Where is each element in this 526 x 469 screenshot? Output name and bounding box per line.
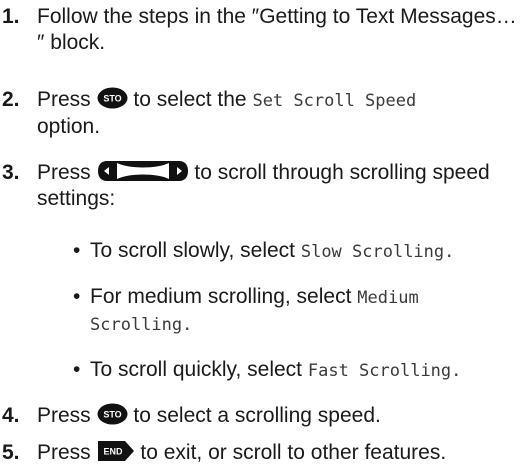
step-text-pre: Press <box>37 404 91 427</box>
step-number: 4. <box>2 404 20 427</box>
sto-key-icon: STO <box>97 403 128 425</box>
bullet-text-main: To scroll slowly, select <box>90 239 295 262</box>
bullet-dot: • <box>73 358 81 381</box>
step-text: Press STO to select a scrolling speed. <box>37 403 523 429</box>
step-text-mid: to select the <box>133 88 247 111</box>
step-text-pre: Press <box>37 441 91 464</box>
bullet-text-main: To scroll quickly, select <box>90 358 303 381</box>
step-number: 5. <box>2 441 20 464</box>
step-text-post: option. <box>37 115 101 138</box>
bullet-text: To scroll slowly, select Slow Scrolling. <box>90 238 526 265</box>
end-key-icon: END <box>97 440 135 462</box>
step-number: 3. <box>2 161 20 184</box>
bullet-text: For medium scrolling, select Medium Scro… <box>90 284 526 338</box>
bullet-dot: • <box>73 285 81 308</box>
step-text-post: to select a scrolling speed. <box>133 404 381 427</box>
end-key-label: END <box>103 447 123 457</box>
lcd-option-text: Medium <box>357 288 419 308</box>
step-text: Press to scroll through scrolling speed … <box>37 160 523 212</box>
step-text-pre: Press <box>37 88 91 111</box>
bullet-text-main: For medium scrolling, select <box>90 285 352 308</box>
lcd-option-text: Slow Scrolling. <box>300 242 455 262</box>
bullet-text: To scroll quickly, select Fast Scrolling… <box>90 357 526 384</box>
bullet-dot: • <box>73 239 81 262</box>
step-text-post: to exit, or scroll to other features. <box>140 441 447 464</box>
sto-key-icon: STO <box>97 87 128 109</box>
step-text: Follow the steps in the ″Getting to Text… <box>37 5 517 54</box>
step-number: 1. <box>2 5 20 28</box>
lcd-option-text: Fast Scrolling. <box>307 361 462 381</box>
sto-key-label: STO <box>103 410 121 420</box>
step-number: 2. <box>2 88 20 111</box>
sto-key-label: STO <box>103 94 121 104</box>
step-text: Press END to exit, or scroll to other fe… <box>37 440 523 466</box>
scroll-keys-icon <box>97 160 189 182</box>
lcd-option-text: Scrolling. <box>90 315 193 335</box>
step-text: Press STO to select the Set Scroll Speed… <box>37 87 523 140</box>
lcd-option-text: Set Scroll Speed <box>252 91 417 111</box>
step-text-pre: Press <box>37 161 91 184</box>
